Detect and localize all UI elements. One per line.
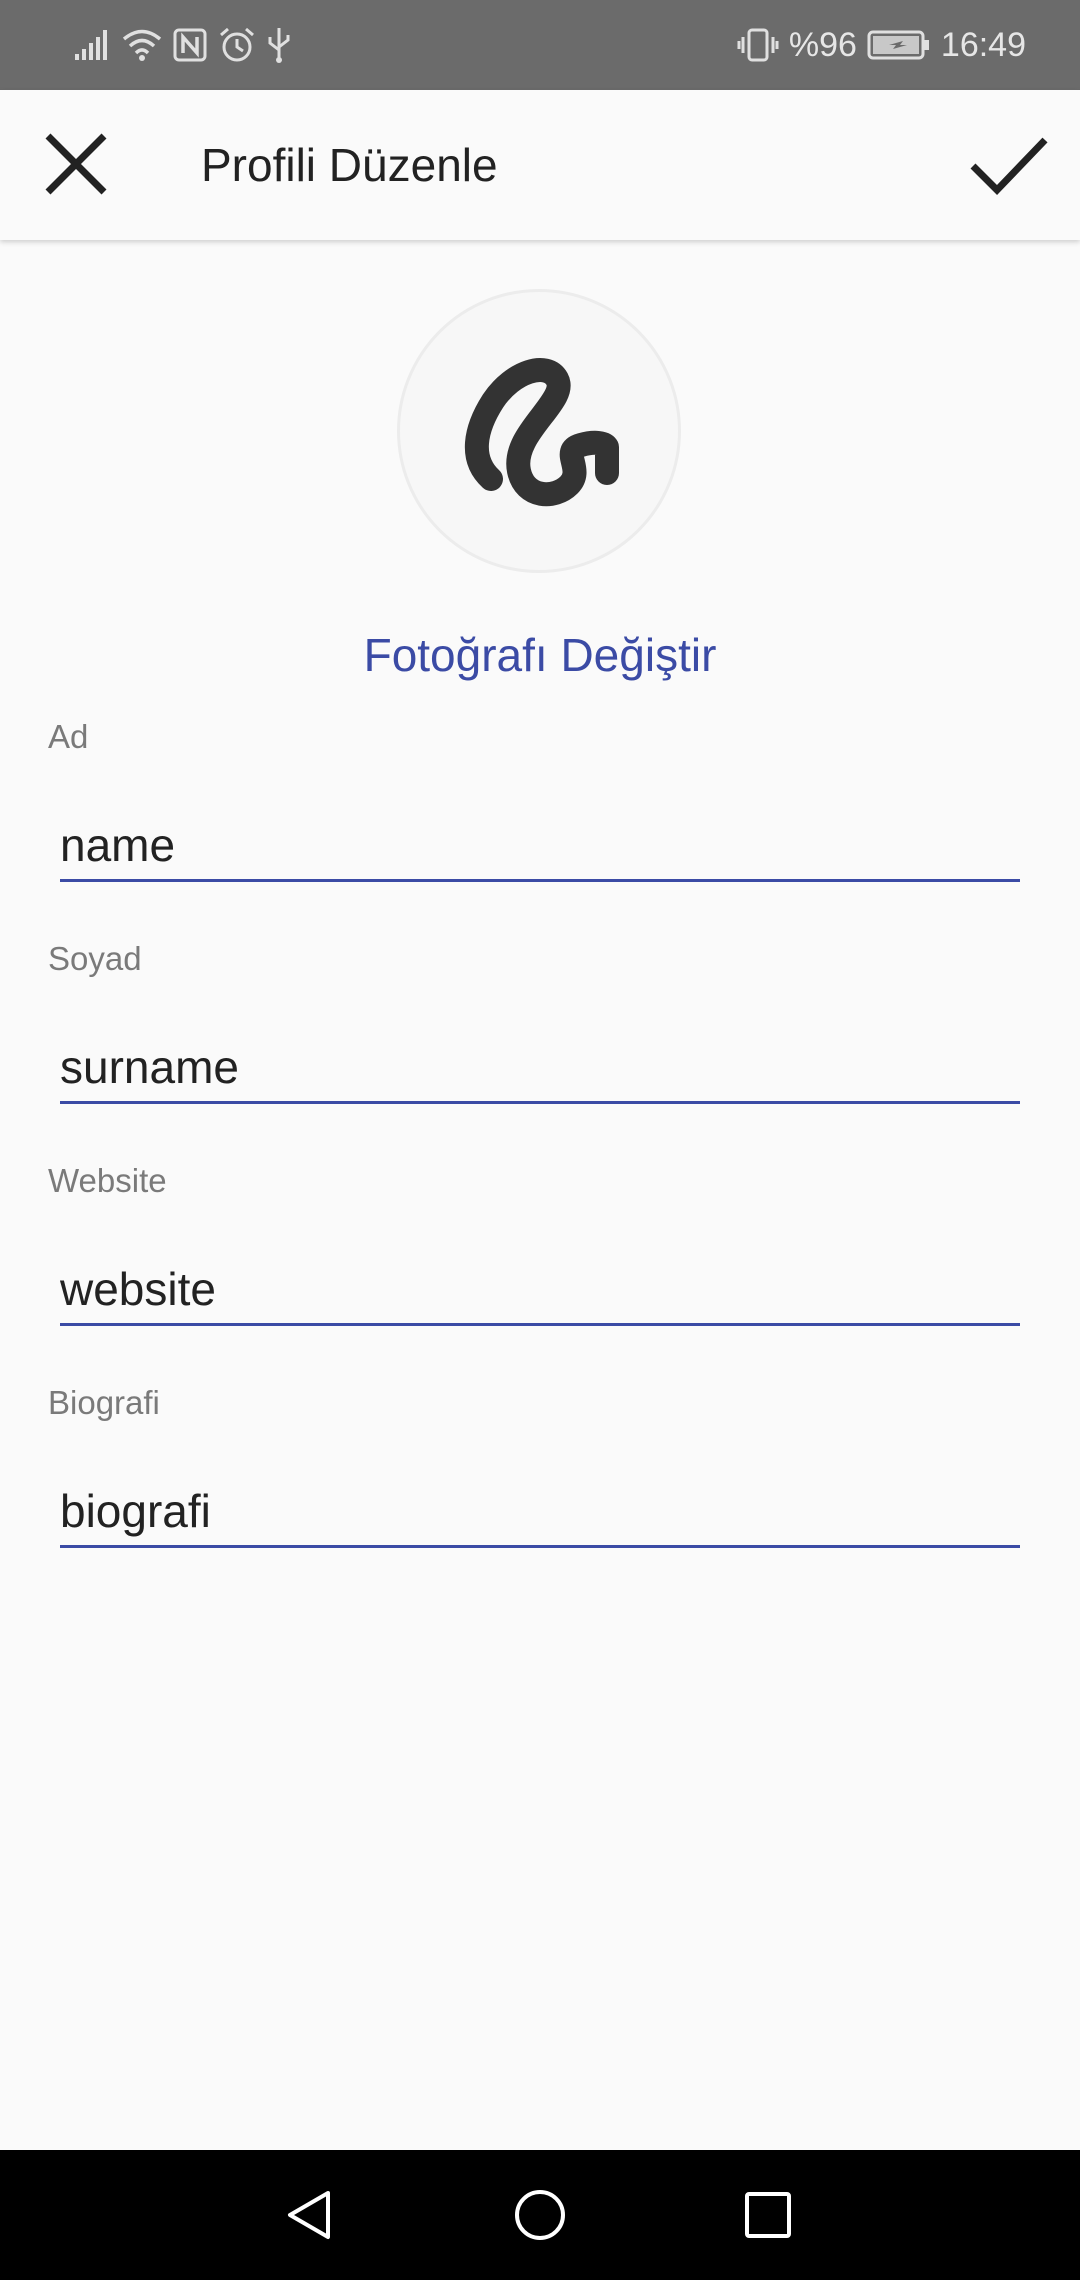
recents-icon bbox=[745, 2192, 791, 2238]
surname-field[interactable] bbox=[60, 1032, 1020, 1104]
bio-label: Biografi bbox=[48, 1384, 160, 1421]
usb-icon bbox=[268, 28, 290, 63]
close-button[interactable] bbox=[36, 124, 116, 204]
avatar[interactable] bbox=[397, 289, 681, 573]
status-icons-left bbox=[74, 22, 292, 68]
status-time: 16:49 bbox=[940, 25, 1026, 64]
website-field[interactable] bbox=[60, 1254, 1020, 1326]
close-icon bbox=[45, 133, 107, 195]
navigation-bar bbox=[0, 2150, 1080, 2280]
name-field[interactable] bbox=[60, 810, 1020, 882]
save-button[interactable] bbox=[964, 120, 1054, 210]
recents-button[interactable] bbox=[728, 2175, 808, 2255]
home-icon bbox=[515, 2190, 565, 2240]
vibrate-icon bbox=[737, 28, 779, 62]
back-icon bbox=[288, 2191, 330, 2239]
wifi-icon bbox=[122, 29, 162, 61]
page-title: Profili Düzenle bbox=[201, 139, 498, 191]
home-button[interactable] bbox=[500, 2175, 580, 2255]
status-icons-right: %96 16:49 bbox=[737, 22, 1026, 68]
alarm-icon bbox=[220, 27, 254, 62]
squiggle-logo-icon bbox=[465, 358, 619, 507]
bio-field[interactable] bbox=[60, 1476, 1020, 1548]
app-bar: Profili Düzenle bbox=[0, 90, 1080, 240]
signal-icon bbox=[75, 30, 107, 60]
website-label: Website bbox=[48, 1162, 167, 1199]
check-icon bbox=[970, 137, 1048, 196]
battery-charging-icon bbox=[867, 30, 929, 60]
nfc-icon bbox=[173, 28, 207, 62]
change-photo-link[interactable]: Fotoğrafı Değiştir bbox=[0, 628, 1080, 682]
battery-percent: %96 bbox=[788, 25, 857, 64]
back-button[interactable] bbox=[270, 2175, 350, 2255]
surname-label: Soyad bbox=[48, 940, 142, 977]
status-bar: %96 16:49 bbox=[0, 0, 1080, 90]
name-label: Ad bbox=[48, 718, 89, 755]
